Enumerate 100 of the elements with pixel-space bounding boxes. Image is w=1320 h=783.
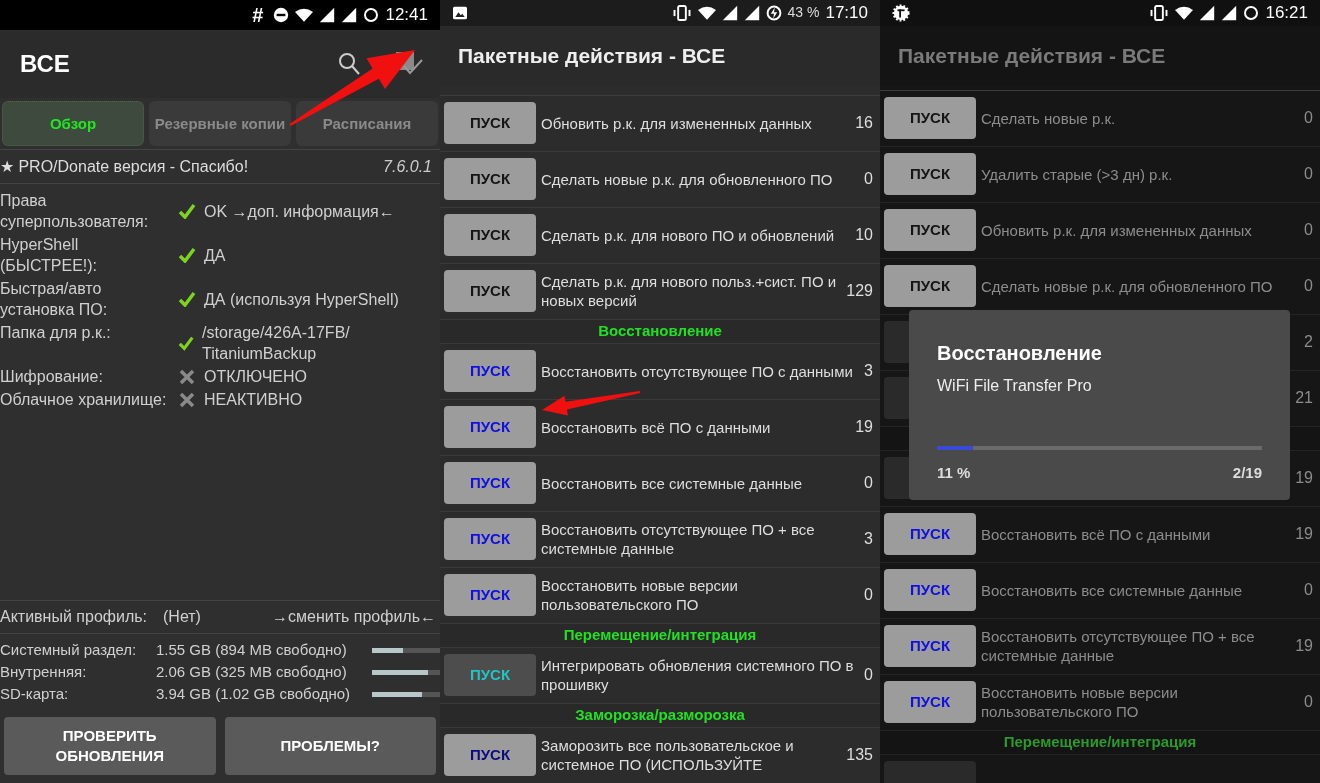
setting-label: Папка для р.к.: xyxy=(0,323,112,343)
wifi-icon xyxy=(295,7,314,23)
start-button[interactable]: ПУСК xyxy=(444,350,536,392)
do-not-disturb-icon xyxy=(273,7,290,23)
section-header: Восстановление xyxy=(598,320,722,341)
action-label: Восстановить все системные данные xyxy=(981,580,1244,600)
start-button[interactable]: ПУСК xyxy=(444,462,536,504)
battery-charging-icon xyxy=(765,4,782,21)
action-label: Восстановить всё ПО с данными xyxy=(981,524,1212,544)
setting-value: /storage/426A-17FB/ TitaniumBackup xyxy=(202,323,351,364)
donate-label: ★ PRO/Donate версия - Спасибо! xyxy=(0,156,249,177)
progress-count: 2/19 xyxy=(1232,463,1262,483)
wifi-icon xyxy=(697,4,716,21)
app-count: 0 xyxy=(1303,276,1314,296)
hash-icon: # xyxy=(252,0,264,30)
app-count: 3 xyxy=(863,529,874,549)
app-count: 3 xyxy=(863,361,874,381)
storage-value: 2.06 GB (325 MB свободно) xyxy=(156,662,348,682)
start-button[interactable]: ПУСК xyxy=(444,518,536,560)
storage-value: 3.94 GB (1.02 GB свободно) xyxy=(156,684,352,704)
signal-icon xyxy=(1199,4,1216,21)
app-count: 19 xyxy=(1294,636,1314,656)
section-header: Заморозка/разморозка xyxy=(575,704,745,725)
action-label: Восстановить новые версии пользовательского ПО xyxy=(981,683,1179,721)
start-button[interactable]: ПУСК xyxy=(444,654,536,696)
start-button[interactable]: ПУСК xyxy=(444,270,536,312)
start-button[interactable]: ПУСК xyxy=(444,102,536,144)
start-button[interactable]: ПУСК xyxy=(444,574,536,616)
app-count: 19 xyxy=(1294,524,1314,544)
signal-icon xyxy=(319,7,336,23)
app-count: 19 xyxy=(1294,468,1314,488)
setting-value: НЕАКТИВНО xyxy=(204,390,303,410)
start-button[interactable]: ПУСК xyxy=(884,569,976,611)
profile-value: (Нет) xyxy=(163,607,201,627)
action-button[interactable]: ПРОБЛЕМЫ? xyxy=(224,717,436,775)
app-count: 0 xyxy=(863,665,874,685)
tab[interactable]: Обзор xyxy=(2,101,144,146)
start-button[interactable]: ПУСК xyxy=(444,214,536,256)
start-button[interactable]: ПУСК xyxy=(884,97,976,139)
action-label: Сделать новые р.к. для обновленного ПО xyxy=(981,276,1274,296)
app-count: 0 xyxy=(1303,692,1314,712)
app-count: 2 xyxy=(1303,332,1314,352)
progress-percent: 11 % xyxy=(937,463,971,483)
screen-title: Пакетные действия - ВСЕ xyxy=(458,42,726,69)
action-label: Обновить р.к. для измененных данных xyxy=(541,113,813,133)
gear-icon xyxy=(892,3,910,22)
search-icon xyxy=(336,51,362,77)
vibrate-icon xyxy=(1149,4,1170,21)
start-button[interactable]: ПУСК xyxy=(444,734,536,776)
signal-icon xyxy=(1221,4,1238,21)
setting-value: ДА xyxy=(204,245,226,266)
clock: 17:10 xyxy=(825,2,868,24)
image-icon xyxy=(452,5,468,20)
start-button[interactable]: ПУСК xyxy=(884,209,976,251)
action-label: Заморозить все пользовательское и системное ПО (ИСПОЛЬЗУЙТЕ xyxy=(541,736,795,774)
start-button[interactable]: ПУСК xyxy=(444,406,536,448)
setting-value: ДА (используя HyperShell) xyxy=(204,289,399,310)
app-count: 0 xyxy=(863,169,874,189)
clock: 12:41 xyxy=(385,4,428,27)
app-count: 129 xyxy=(845,281,874,301)
start-button[interactable]: ПУСК xyxy=(444,158,536,200)
action-label: Интегрировать обновления системного ПО в прошивку xyxy=(541,656,855,694)
app-count: 21 xyxy=(1294,388,1314,408)
app-count: 0 xyxy=(1303,108,1314,128)
setting-label: Облачное хранилище: xyxy=(0,390,168,410)
storage-label: SD-карта: xyxy=(0,684,70,704)
start-button[interactable]: ПУСК xyxy=(884,681,976,723)
action-label: Восстановить отсутствующее ПО + все системные данные xyxy=(981,627,1256,665)
section-header: Перемещение/интеграция xyxy=(563,624,757,645)
app-count: 10 xyxy=(854,225,874,245)
app-count: 0 xyxy=(863,585,874,605)
action-button[interactable]: ПРОВЕРИТЬ ОБНОВЛЕНИЯ xyxy=(4,717,216,775)
signal-icon xyxy=(721,4,738,21)
change-profile-link[interactable]: →сменить профиль← xyxy=(272,605,440,629)
app-count: 0 xyxy=(863,473,874,493)
start-button[interactable]: ПУСК xyxy=(884,153,976,195)
start-button[interactable]: ПУСК xyxy=(884,513,976,555)
battery-level: 43 % xyxy=(787,3,820,23)
action-label: Сделать новые р.к. для обновленного ПО xyxy=(541,169,834,189)
screen-title: ВСЕ xyxy=(20,49,70,79)
start-button[interactable]: ПУСК xyxy=(884,625,976,667)
storage-value: 1.55 GB (894 MB свободно) xyxy=(156,640,348,660)
setting-value: OK →доп. информация← xyxy=(204,201,395,222)
storage-label: Внутренняя: xyxy=(0,662,88,682)
setting-value: ОТКЛЮЧЕНО xyxy=(204,367,307,387)
profile-label: Активный профиль: xyxy=(0,607,147,627)
action-label: Восстановить все системные данные xyxy=(541,473,804,493)
tab[interactable]: Резервные копии xyxy=(149,101,291,146)
tab[interactable]: Расписания xyxy=(296,101,438,146)
storage-label: Системный раздел: xyxy=(0,640,138,660)
dialog-subtitle: WiFi File Transfer Pro xyxy=(937,376,1093,396)
action-label: Восстановить отсутствующее ПО с данными xyxy=(541,361,854,381)
setting-label: Права суперпользователя: xyxy=(0,191,150,232)
version-label: 7.6.0.1 xyxy=(383,156,432,177)
start-button[interactable]: ПУСК xyxy=(884,265,976,307)
signal-icon xyxy=(743,4,760,21)
action-label: Восстановить всё ПО с данными xyxy=(541,417,772,437)
app-count: 135 xyxy=(845,745,874,765)
app-count: 16 xyxy=(854,113,874,133)
screen-title: Пакетные действия - ВСЕ xyxy=(898,42,1166,69)
